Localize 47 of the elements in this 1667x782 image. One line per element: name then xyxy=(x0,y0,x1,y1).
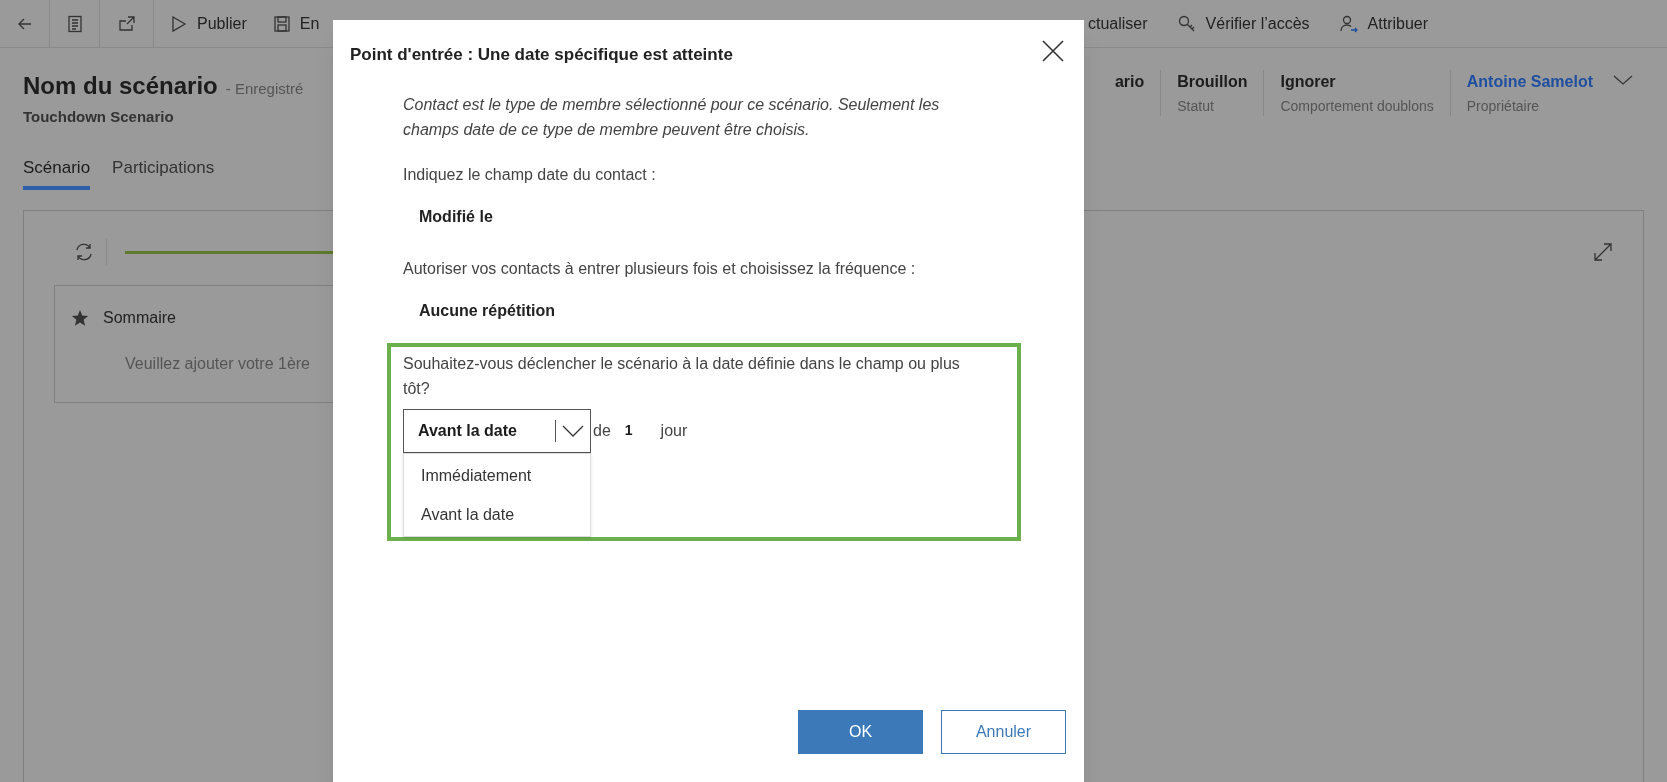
play-icon xyxy=(170,14,188,33)
save-state: - Enregistré xyxy=(225,79,304,99)
ok-button[interactable]: OK xyxy=(798,710,923,754)
tab[interactable]: Scénario xyxy=(23,154,91,190)
card-title: Sommaire xyxy=(103,308,176,328)
menu-option[interactable]: Avant la date xyxy=(404,494,590,534)
star-icon xyxy=(71,309,89,327)
save-icon xyxy=(272,14,291,33)
chevron-down-icon xyxy=(562,424,584,437)
field-value: Modifié le xyxy=(419,206,494,227)
close-button[interactable] xyxy=(1042,40,1064,62)
tab[interactable]: Participations xyxy=(112,154,215,190)
refresh-button[interactable] xyxy=(74,242,94,262)
key-icon xyxy=(1177,14,1196,33)
field-value: ario xyxy=(1114,72,1145,92)
field-value: Brouillon xyxy=(1177,72,1248,92)
expand-icon xyxy=(1593,242,1613,262)
expand-button[interactable] xyxy=(1593,242,1613,262)
menu-option[interactable]: Immédiatement xyxy=(404,455,590,495)
field-label: Propriétaire xyxy=(1466,97,1541,116)
trigger-question: Souhaitez-vous déclencher le scénario à la date définie dans le champ ou plus tôt? xyxy=(403,353,961,399)
info-note: Contact est le type de membre sélectionné pour ce scénario. Seulement les champs date de ce type de membre peuvent être choisis. xyxy=(403,94,941,140)
record-subtitle: Touchdown Scenario xyxy=(23,107,175,127)
field-label: Statut xyxy=(1177,97,1215,116)
field-value: Ignorer xyxy=(1280,72,1337,92)
document-icon xyxy=(65,14,84,33)
refresh-icon xyxy=(74,242,94,262)
field-label: Indiquez le champ date du contact : xyxy=(403,164,657,185)
save-button[interactable]: En xyxy=(272,11,320,36)
assign-button[interactable]: Attribuer xyxy=(1339,11,1459,36)
refresh-button[interactable]: ctualiser xyxy=(1084,11,1178,36)
offset-unit: jour xyxy=(660,421,688,441)
close-icon xyxy=(1042,40,1064,62)
offset-value: 1 xyxy=(624,421,633,440)
field-label: Autoriser vos contacts à entrer plusieurs fois et choisissez la fréquence : xyxy=(403,258,917,279)
field-label: Comportement doublons xyxy=(1280,97,1434,116)
cancel-button[interactable]: Annuler xyxy=(941,710,1066,754)
record-title: Nom du scénario xyxy=(23,71,218,101)
dialog-title: Point d'entrée : Une date spécifique est atteinte xyxy=(350,44,733,66)
offset-prefix: de xyxy=(593,421,611,441)
field-value: Aucune répétition xyxy=(419,300,556,321)
person-icon xyxy=(1339,14,1358,33)
timing-dropdown[interactable]: Avant la date xyxy=(403,408,591,453)
chevron-down-icon xyxy=(1613,74,1633,86)
check-access-button[interactable]: Vérifier l’accès xyxy=(1177,11,1340,36)
publish-button[interactable]: Publier xyxy=(154,11,273,36)
popout-icon xyxy=(117,15,136,32)
